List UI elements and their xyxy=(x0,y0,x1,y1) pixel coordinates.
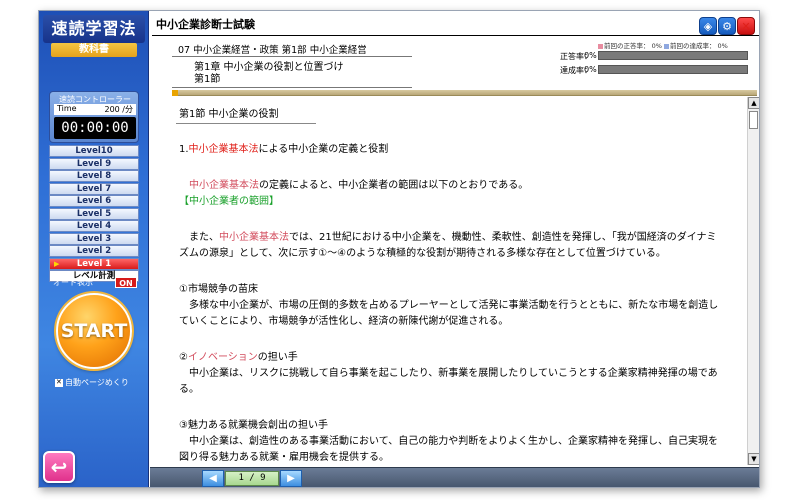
start-button[interactable]: START xyxy=(56,293,132,369)
prev-reach-swatch xyxy=(663,43,669,49)
time-setting[interactable]: Time 200 /分 xyxy=(54,104,136,115)
item-2-prefix: ② xyxy=(179,352,188,363)
scroll-thumb[interactable] xyxy=(749,111,758,129)
return-icon: ↩ xyxy=(50,455,68,479)
content-scrollbar[interactable]: ▲ ▼ xyxy=(747,97,759,465)
level-button-6[interactable]: Level 6 xyxy=(49,195,139,207)
main-panel: 中小企業診断士試験 ◈ ⚙ ✕ 07 中小企業経営・政策 第1部 中小企業経営 第1… xyxy=(150,11,759,487)
sidebar: 速読学習法 教科書 速読コントローラー Time 200 /分 00:00:00… xyxy=(39,11,149,487)
item-1-title: ①市場競争の苗床 xyxy=(179,284,258,295)
chapter-line-2: 第1節 xyxy=(194,74,221,85)
item-2-title: ②イノベーションの担い手 xyxy=(179,350,744,366)
section-divider xyxy=(176,123,316,124)
paragraph-1-rest: の定義によると、中小企業者の範囲は以下のとおりである。 xyxy=(259,180,529,191)
cube-icon[interactable]: ◈ xyxy=(699,17,717,35)
level-button-9[interactable]: Level 9 xyxy=(49,157,139,170)
legend-prev-correct-value: 0% xyxy=(651,42,662,50)
level-button-8[interactable]: Level 8 xyxy=(49,170,139,182)
chapter-line-1: 第1章 中小企業の役割と位置づけ xyxy=(194,62,344,73)
scroll-down-button[interactable]: ▼ xyxy=(748,453,759,465)
next-page-button[interactable]: ▶ xyxy=(280,470,302,487)
chapter-title: 第1章 中小企業の役割と位置づけ 第1節 xyxy=(194,62,344,86)
sme-range-heading: 【中小企業者の範囲】 xyxy=(179,196,279,207)
exam-title: 中小企業診断士試験 xyxy=(156,18,255,31)
reading-progress-strip xyxy=(172,90,757,96)
prev-page-button[interactable]: ◀ xyxy=(202,470,224,487)
breadcrumb-divider xyxy=(172,56,412,57)
item-1-line-1: 多様な中小企業が、市場の圧倒的多数を占めるプレーヤーとして活発に事業活動を行うと… xyxy=(189,300,719,311)
prev-correct-swatch xyxy=(598,43,603,49)
heading-1: 1.中小企業基本法による中小企業の定義と役割 xyxy=(179,142,744,158)
auto-display-label: オート表示 xyxy=(53,278,93,287)
heading-1-term: 中小企業基本法 xyxy=(188,144,259,155)
level-button-1[interactable]: Level 1 xyxy=(49,257,139,270)
page-indicator: 1 / 9 xyxy=(225,471,279,486)
time-label: Time xyxy=(57,104,77,113)
level-button-5[interactable]: Level 5 xyxy=(49,207,139,220)
level-button-7[interactable]: Level 7 xyxy=(49,182,139,195)
paragraph-1: 中小企業基本法の定義によると、中小企業者の範囲は以下のとおりである。 xyxy=(179,178,744,194)
level-button-10[interactable]: Level10 xyxy=(49,145,139,157)
app-logo-subtitle: 教科書 xyxy=(51,43,137,57)
item-1-line-2: ていくことにより、市場競争が活性化し、経済の新陳代謝が促進される。 xyxy=(179,316,509,327)
window-controls: ◈ ⚙ ✕ xyxy=(698,15,755,35)
app-logo-title: 速読学習法 xyxy=(43,15,145,43)
paragraph-2-term: 中小企業基本法 xyxy=(219,232,289,243)
item-3-title: ③魅力ある就業機会創出の担い手 xyxy=(179,420,328,431)
paragraph-2-line-2: ズムの源泉」として、次に示す①～④のような積極的な役割が期待される多様な存在とし… xyxy=(179,248,666,259)
auto-display-toggle[interactable]: オート表示 ON xyxy=(53,277,137,289)
level-button-4[interactable]: Level 4 xyxy=(49,220,139,232)
time-value: 200 /分 xyxy=(104,105,133,114)
auto-page-label: 自動ページめくり xyxy=(65,378,129,387)
legend-prev-reach: 前回の達成率： xyxy=(669,42,716,50)
paragraph-2-b: では、21世紀における中小企業を、機動性、柔軟性、創造性を発揮し、「我が国経済の… xyxy=(289,232,717,243)
auto-page-turn-option[interactable]: 自動ページめくり xyxy=(55,377,145,388)
item-2-rest: の担い手 xyxy=(257,352,298,363)
paragraph-2-a: また、 xyxy=(189,232,219,243)
heading-1-prefix: 1. xyxy=(179,144,189,155)
close-icon[interactable]: ✕ xyxy=(737,17,755,35)
item-3-line-2: 図り得る魅力ある就業・雇用機会を提供する。 xyxy=(179,452,389,463)
auto-display-state[interactable]: ON xyxy=(115,277,137,288)
level-button-3[interactable]: Level 3 xyxy=(49,232,139,245)
page-navigator: ◀ 1 / 9 ▶ xyxy=(150,467,759,487)
reach-rate-bar xyxy=(598,65,748,74)
correct-rate-value: 0% xyxy=(584,51,597,60)
speed-controller: 速読コントローラー Time 200 /分 00:00:00 xyxy=(49,91,139,143)
scroll-up-button[interactable]: ▲ xyxy=(748,97,759,109)
item-3-line-1: 中小企業は、創造性のある事業活動において、自己の能力や判断をよりよく生かし、企業… xyxy=(189,436,718,447)
paragraph-1-term: 中小企業基本法 xyxy=(189,180,259,191)
level-button-2[interactable]: Level 2 xyxy=(49,245,139,257)
auto-page-checkbox[interactable] xyxy=(55,378,63,387)
level-list: Level10 Level 9 Level 8 Level 7 Level 6 … xyxy=(49,145,139,283)
back-button[interactable]: ↩ xyxy=(43,451,75,483)
item-2-term: イノベーション xyxy=(187,352,258,363)
text-content[interactable]: 第1節 中小企業の役割 1.中小企業基本法による中小企業の定義と役割 中小企業基… xyxy=(172,97,750,465)
heading-1-rest: による中小企業の定義と役割 xyxy=(258,144,389,155)
reach-rate-value: 0% xyxy=(584,65,597,74)
gear-icon[interactable]: ⚙ xyxy=(718,17,736,35)
stats-legend: 前回の正答率： 0% 前回の達成率： 0% xyxy=(598,40,728,50)
item-2-line-2: る。 xyxy=(179,384,199,395)
correct-rate-bar xyxy=(598,51,748,60)
timer-display: 00:00:00 xyxy=(54,117,136,139)
breadcrumb: 07 中小企業経営・政策 第1部 中小企業経営 xyxy=(178,45,367,56)
legend-prev-reach-value: 0% xyxy=(717,42,728,50)
item-2-line-1: 中小企業は、リスクに挑戦して自ら事業を起こしたり、新事業を展開したりしていこうと… xyxy=(189,368,718,379)
paragraph-2-line-1: また、中小企業基本法では、21世紀における中小企業を、機動性、柔軟性、創造性を発… xyxy=(179,230,744,246)
paragraph-1-subhead: 【中小企業者の範囲】 xyxy=(179,194,744,210)
app-window: 速読学習法 教科書 速読コントローラー Time 200 /分 00:00:00… xyxy=(38,10,760,488)
title-divider xyxy=(152,35,759,36)
legend-prev-correct: 前回の正答率： xyxy=(604,42,650,50)
section-heading: 第1節 中小企業の役割 xyxy=(179,109,279,120)
chapter-divider xyxy=(172,87,412,88)
